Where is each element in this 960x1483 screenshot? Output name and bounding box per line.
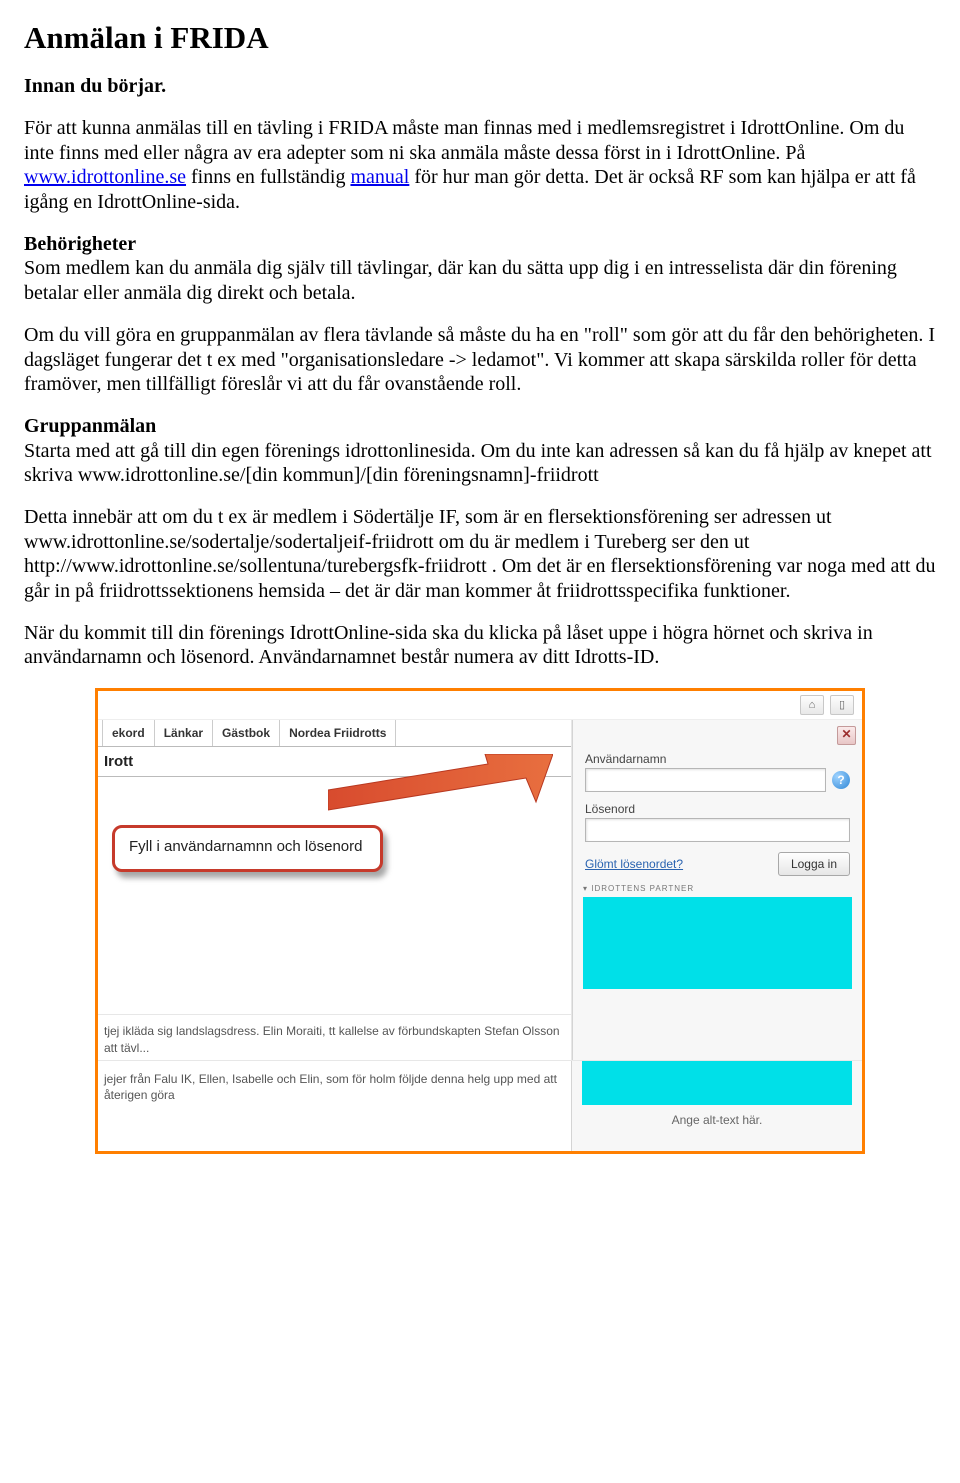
news-snippet-1: tjej ikläda sig landslagsdress. Elin Mor… [98, 1014, 571, 1059]
manual-link[interactable]: manual [350, 166, 409, 188]
login-panel: ✕ Användarnamn ? Lösenord Glömt lösenord… [572, 720, 862, 1060]
behorigheter-heading: Behörigheter [24, 233, 136, 255]
callout-text: Fyll i användarnamnn och lösenord [129, 838, 362, 855]
forgot-password-link[interactable]: Glömt lösenordet? [585, 857, 683, 871]
partner-header: ▾ IDROTTENS PARTNER [583, 884, 852, 893]
tab-lankar[interactable]: Länkar [155, 720, 213, 746]
gruppanmalan-heading: Gruppanmälan [24, 415, 156, 437]
news-snippet-2: jejer från Falu IK, Ellen, Isabelle och … [98, 1061, 572, 1151]
alt-text-caption: Ange alt-text här. [572, 1113, 862, 1131]
username-input[interactable] [585, 768, 826, 792]
intro-text-a: För att kunna anmälas till en tävling i … [24, 117, 904, 163]
screenshot-toolbar: ⌂ ▯ [98, 691, 862, 720]
password-input[interactable] [585, 818, 850, 842]
idrottonline-link[interactable]: www.idrottonline.se [24, 166, 186, 188]
partner-banner-2 [582, 1061, 852, 1105]
paragraph-roles: Om du vill göra en gruppanmälan av flera… [24, 323, 936, 396]
intro-text-b: finns en fullständig [186, 166, 350, 188]
screenshot-left-column: ekord Länkar Gästbok Nordea Friidrotts I… [98, 720, 572, 1060]
paragraph-behorigheter: Behörigheter Som medlem kan du anmäla di… [24, 232, 936, 305]
username-label: Användarnamn [585, 752, 850, 766]
page-title: Anmälan i FRIDA [24, 20, 936, 56]
paragraph-gruppanmalan: Gruppanmälan Starta med att gå till din … [24, 414, 936, 487]
login-form: Användarnamn ? Lösenord Glömt lösenordet… [585, 752, 850, 876]
gruppanmalan-text: Starta med att gå till din egen förening… [24, 440, 932, 486]
nav-tabs: ekord Länkar Gästbok Nordea Friidrotts [98, 720, 571, 747]
password-label: Lösenord [585, 802, 850, 816]
help-icon[interactable]: ? [832, 771, 850, 789]
login-button[interactable]: Logga in [778, 852, 850, 876]
tab-gastbok[interactable]: Gästbok [213, 720, 280, 746]
paragraph-login-instruction: När du kommit till din förenings IdrottO… [24, 621, 936, 670]
screenshot-bottom-row: jejer från Falu IK, Ellen, Isabelle och … [98, 1060, 862, 1151]
intro-heading: Innan du börjar. [24, 74, 936, 98]
toolbar-home-icon[interactable]: ⌂ [800, 695, 824, 715]
close-button[interactable]: ✕ [837, 726, 856, 745]
screenshot: ⌂ ▯ ekord Länkar Gästbok Nordea Friidrot… [95, 688, 865, 1154]
behorigheter-text: Som medlem kan du anmäla dig själv till … [24, 257, 897, 303]
paragraph-intro: För att kunna anmälas till en tävling i … [24, 116, 936, 214]
paragraph-address-example: Detta innebär att om du t ex är medlem i… [24, 505, 936, 603]
tab-nordea[interactable]: Nordea Friidrotts [280, 720, 396, 746]
callout-arrow-icon [328, 754, 553, 824]
screenshot-right-bottom: Ange alt-text här. [572, 1061, 862, 1151]
tab-ekord[interactable]: ekord [102, 720, 155, 746]
screenshot-main-row: ekord Länkar Gästbok Nordea Friidrotts I… [98, 720, 862, 1060]
callout-box: Fyll i användarnamnn och lösenord [112, 825, 383, 872]
screenshot-wrapper: ⌂ ▯ ekord Länkar Gästbok Nordea Friidrot… [24, 688, 936, 1154]
partner-banner [583, 897, 852, 989]
toolbar-button[interactable]: ▯ [830, 695, 854, 715]
